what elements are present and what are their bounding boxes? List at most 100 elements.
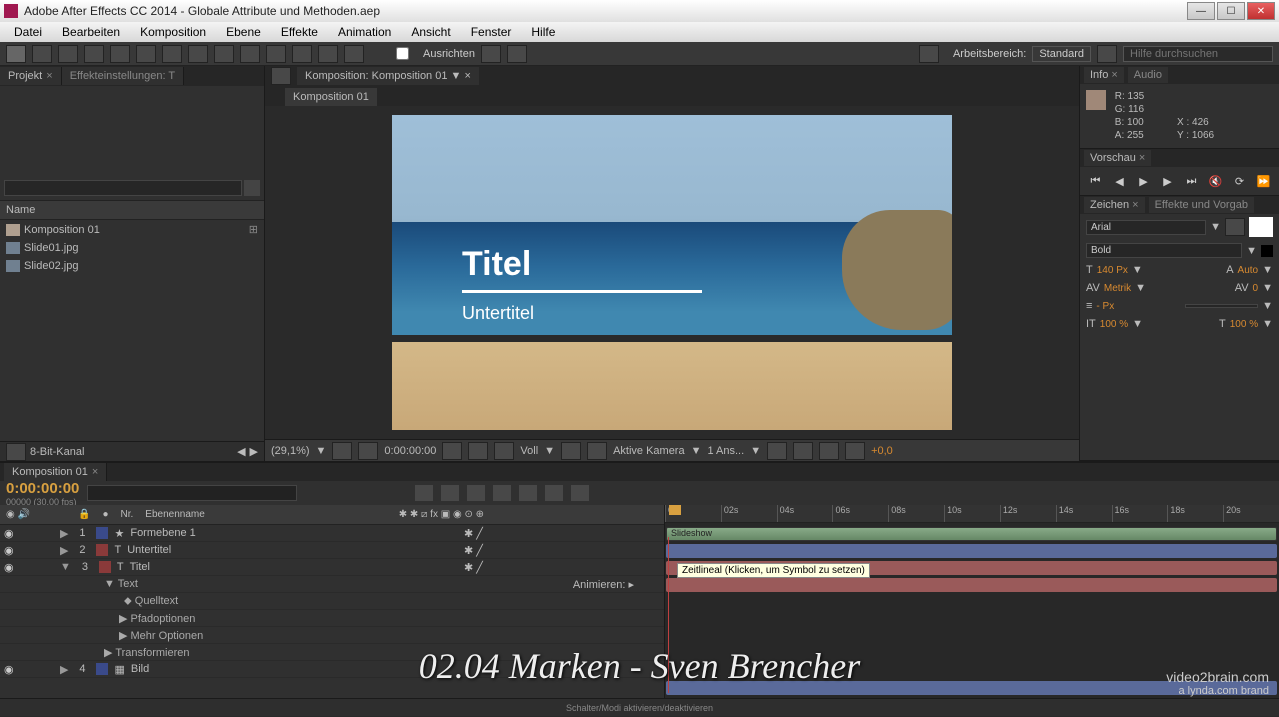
selection-tool[interactable] (6, 45, 26, 63)
fast-icon[interactable] (793, 442, 813, 460)
timecode-display[interactable]: 0:00:00:00 (384, 445, 436, 457)
font-size-value[interactable]: 140 Px (1097, 265, 1128, 276)
play-icon[interactable]: ▶ (1136, 173, 1152, 189)
help-search-input[interactable] (1123, 46, 1273, 62)
layer-bar-3[interactable] (666, 578, 1277, 592)
motion-blur-icon[interactable] (493, 485, 511, 501)
twirl-icon[interactable]: ▶ (60, 527, 68, 540)
timeline-icon[interactable] (845, 442, 865, 460)
close-button[interactable]: ✕ (1247, 2, 1275, 20)
next-frame-icon[interactable]: ▶ (1160, 173, 1176, 189)
snap2-icon[interactable] (507, 45, 527, 63)
eye-icon[interactable]: ◉ (4, 663, 18, 676)
clone-tool[interactable] (266, 45, 286, 63)
comp-marker[interactable]: Slideshow (666, 527, 1277, 541)
current-timecode[interactable]: 0:00:00:00 (6, 480, 79, 497)
pixelaspect-icon[interactable] (767, 442, 787, 460)
rotate-tool[interactable] (84, 45, 104, 63)
eraser-tool[interactable] (292, 45, 312, 63)
sync-icon[interactable] (1097, 45, 1117, 63)
rect-tool[interactable] (162, 45, 182, 63)
font-family-select[interactable]: Arial (1086, 220, 1206, 235)
project-item-img2[interactable]: Slide02.jpg (0, 257, 264, 275)
res-icon[interactable] (332, 442, 352, 460)
last-frame-icon[interactable]: ⏭ (1184, 173, 1200, 189)
timeline-track-area[interactable]: 0s 02s 04s 06s 08s 10s 12s 14s 16s 18s 2… (665, 505, 1279, 698)
eye-icon[interactable]: ◉ (4, 544, 18, 557)
pin-tool[interactable] (344, 45, 364, 63)
brain-icon[interactable] (819, 442, 839, 460)
av-column[interactable]: ◉ 🔊 (6, 509, 66, 520)
quality-dropdown[interactable]: Voll (520, 445, 538, 457)
first-frame-icon[interactable]: ⏮ (1088, 173, 1104, 189)
mask-icon[interactable] (358, 442, 378, 460)
label-color[interactable] (96, 527, 108, 539)
eye-icon[interactable]: ◉ (4, 527, 18, 540)
zoom-dropdown[interactable]: (29,1%) (271, 445, 310, 457)
chevron-down-icon[interactable]: ▼ (1210, 221, 1221, 233)
camera-dropdown[interactable]: Aktive Kamera (613, 445, 685, 457)
lock-column[interactable]: 🔒 (78, 509, 90, 520)
hscale-value[interactable]: 100 % (1100, 319, 1128, 330)
presets-tab[interactable]: Effekte und Vorgab (1149, 197, 1254, 213)
leading-value[interactable]: Auto (1238, 265, 1259, 276)
camera-tool[interactable] (110, 45, 130, 63)
project-item-img1[interactable]: Slide01.jpg (0, 239, 264, 257)
playhead-icon[interactable] (669, 505, 681, 515)
timeline-tab[interactable]: Komposition 01× (4, 463, 107, 481)
font-weight-select[interactable]: Bold (1086, 243, 1242, 258)
prev-icon[interactable]: ◀ (237, 445, 245, 458)
grid-icon[interactable] (561, 442, 581, 460)
character-tab[interactable]: Zeichen× (1084, 197, 1145, 213)
time-ruler[interactable]: 0s 02s 04s 06s 08s 10s 12s 14s 16s 18s 2… (665, 505, 1279, 523)
workspace-icon[interactable] (919, 45, 939, 63)
menu-ansicht[interactable]: Ansicht (401, 23, 460, 41)
prop-pfad[interactable]: ▶ Pfadoptionen (0, 610, 664, 627)
comp-subtab[interactable]: Komposition 01 (285, 88, 377, 106)
menu-animation[interactable]: Animation (328, 23, 401, 41)
name-column-header[interactable]: Name (6, 204, 35, 216)
layer-bar-4[interactable] (666, 681, 1277, 695)
project-tab[interactable]: Projekt× (0, 67, 62, 85)
workspace-select[interactable]: Standard (1032, 46, 1091, 62)
twirl-icon[interactable]: ▶ (60, 663, 68, 676)
tracking-value[interactable]: 0 (1253, 283, 1259, 294)
menu-komposition[interactable]: Komposition (130, 23, 216, 41)
menu-fenster[interactable]: Fenster (461, 23, 522, 41)
menu-effekte[interactable]: Effekte (271, 23, 328, 41)
shy-icon[interactable] (441, 485, 459, 501)
stroke-order-select[interactable] (1185, 304, 1258, 308)
comp-button-icon[interactable] (415, 485, 433, 501)
next-icon[interactable]: ▶ (250, 445, 258, 458)
label-color[interactable] (96, 663, 108, 675)
timeline-search-input[interactable] (87, 485, 297, 501)
prop-mehr[interactable]: ▶ Mehr Optionen (0, 627, 664, 644)
brush-tool[interactable] (240, 45, 260, 63)
mute-icon[interactable]: 🔇 (1208, 173, 1224, 189)
snapshot-icon[interactable] (442, 442, 462, 460)
chevron-down-icon[interactable]: ▼ (1246, 245, 1257, 257)
layer-row-1[interactable]: ◉ ▶ 1 ★ Formebene 1 ✱ ╱ (0, 525, 664, 542)
hand-tool[interactable] (32, 45, 52, 63)
views-dropdown[interactable]: 1 Ans... (707, 445, 744, 457)
snap-icon[interactable] (481, 45, 501, 63)
project-search-input[interactable] (4, 180, 242, 196)
menu-datei[interactable]: Datei (4, 23, 52, 41)
search-options-icon[interactable] (244, 180, 260, 196)
menu-ebene[interactable]: Ebene (216, 23, 271, 41)
layer-bar-1[interactable] (666, 544, 1277, 558)
label-color[interactable] (99, 561, 111, 573)
layer-row-4[interactable]: ◉ ▶ 4 ▦ Bild (0, 661, 664, 678)
viewer-canvas[interactable]: Titel Untertitel (265, 106, 1079, 439)
anchor-tool[interactable] (136, 45, 156, 63)
twirl-icon[interactable]: ▼ (60, 561, 71, 573)
bitdepth-button[interactable]: 8-Bit-Kanal (30, 446, 84, 458)
preview-tab[interactable]: Vorschau× (1084, 150, 1151, 166)
channels-icon[interactable] (468, 442, 488, 460)
exposure-value[interactable]: +0,0 (871, 445, 893, 457)
effects-tab[interactable]: Effekteinstellungen: T (62, 67, 184, 85)
maximize-button[interactable]: ☐ (1217, 2, 1245, 20)
graph-icon[interactable] (545, 485, 563, 501)
zoom-tool[interactable] (58, 45, 78, 63)
eye-icon[interactable]: ◉ (4, 561, 18, 574)
